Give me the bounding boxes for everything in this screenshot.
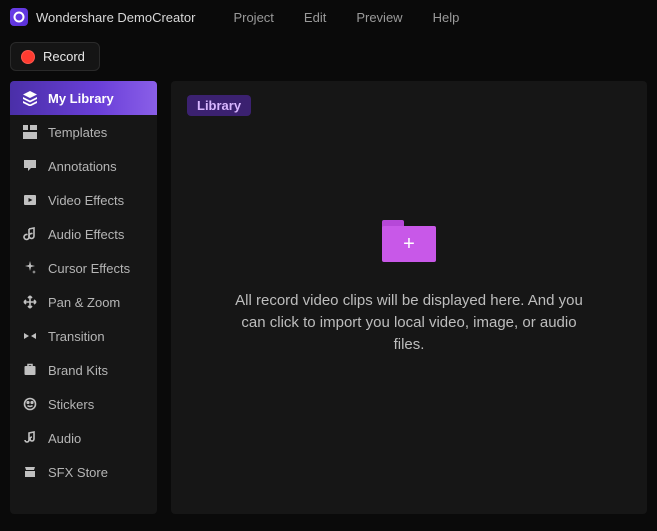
video-effects-icon [22, 192, 38, 208]
pan-zoom-icon [22, 294, 38, 310]
menu-preview[interactable]: Preview [356, 10, 402, 25]
sidebar-item-label: Audio Effects [48, 227, 124, 242]
templates-icon [22, 124, 38, 140]
title-bar: Wondershare DemoCreator Project Edit Pre… [0, 0, 657, 34]
sidebar-item-label: Stickers [48, 397, 94, 412]
sidebar-item-label: Video Effects [48, 193, 124, 208]
record-icon [21, 50, 35, 64]
menu-help[interactable]: Help [433, 10, 460, 25]
app-title: Wondershare DemoCreator [36, 10, 195, 25]
sidebar-item-my-library[interactable]: My Library [10, 81, 157, 115]
sidebar-item-audio-effects[interactable]: Audio Effects [10, 217, 157, 251]
main-menu: Project Edit Preview Help [233, 10, 459, 25]
empty-library-text: All record video clips will be displayed… [227, 290, 591, 355]
stickers-icon [22, 396, 38, 412]
workspace: My Library Templates Annotations Video E… [0, 81, 657, 524]
sidebar-item-label: Cursor Effects [48, 261, 130, 276]
annotations-icon [22, 158, 38, 174]
audio-effects-icon [22, 226, 38, 242]
sidebar-item-label: SFX Store [48, 465, 108, 480]
sidebar-item-video-effects[interactable]: Video Effects [10, 183, 157, 217]
sidebar-item-sfx-store[interactable]: SFX Store [10, 455, 157, 489]
sidebar-item-annotations[interactable]: Annotations [10, 149, 157, 183]
sidebar-item-audio[interactable]: Audio [10, 421, 157, 455]
sidebar-item-transition[interactable]: Transition [10, 319, 157, 353]
sidebar-item-label: Annotations [48, 159, 117, 174]
sidebar-item-stickers[interactable]: Stickers [10, 387, 157, 421]
folder-plus-icon: + [382, 220, 436, 262]
layers-icon [22, 90, 38, 106]
sidebar-item-pan-zoom[interactable]: Pan & Zoom [10, 285, 157, 319]
transition-icon [22, 328, 38, 344]
sidebar-item-brand-kits[interactable]: Brand Kits [10, 353, 157, 387]
sfx-store-icon [22, 464, 38, 480]
sidebar-item-label: Audio [48, 431, 81, 446]
toolbar: Record [0, 34, 657, 81]
sidebar-item-templates[interactable]: Templates [10, 115, 157, 149]
cursor-effects-icon [22, 260, 38, 276]
sidebar-item-label: My Library [48, 91, 114, 106]
record-button[interactable]: Record [10, 42, 100, 71]
sidebar-item-label: Pan & Zoom [48, 295, 120, 310]
brand-kits-icon [22, 362, 38, 378]
sidebar-item-label: Brand Kits [48, 363, 108, 378]
sidebar-item-label: Transition [48, 329, 105, 344]
app-logo [10, 8, 28, 26]
record-button-label: Record [43, 49, 85, 64]
import-drop-area[interactable]: + All record video clips will be display… [187, 116, 631, 500]
sidebar-item-cursor-effects[interactable]: Cursor Effects [10, 251, 157, 285]
library-tag[interactable]: Library [187, 95, 251, 116]
menu-edit[interactable]: Edit [304, 10, 326, 25]
main-panel: Library + All record video clips will be… [171, 81, 647, 514]
sidebar-item-label: Templates [48, 125, 107, 140]
sidebar: My Library Templates Annotations Video E… [10, 81, 157, 514]
menu-project[interactable]: Project [233, 10, 273, 25]
audio-icon [22, 430, 38, 446]
